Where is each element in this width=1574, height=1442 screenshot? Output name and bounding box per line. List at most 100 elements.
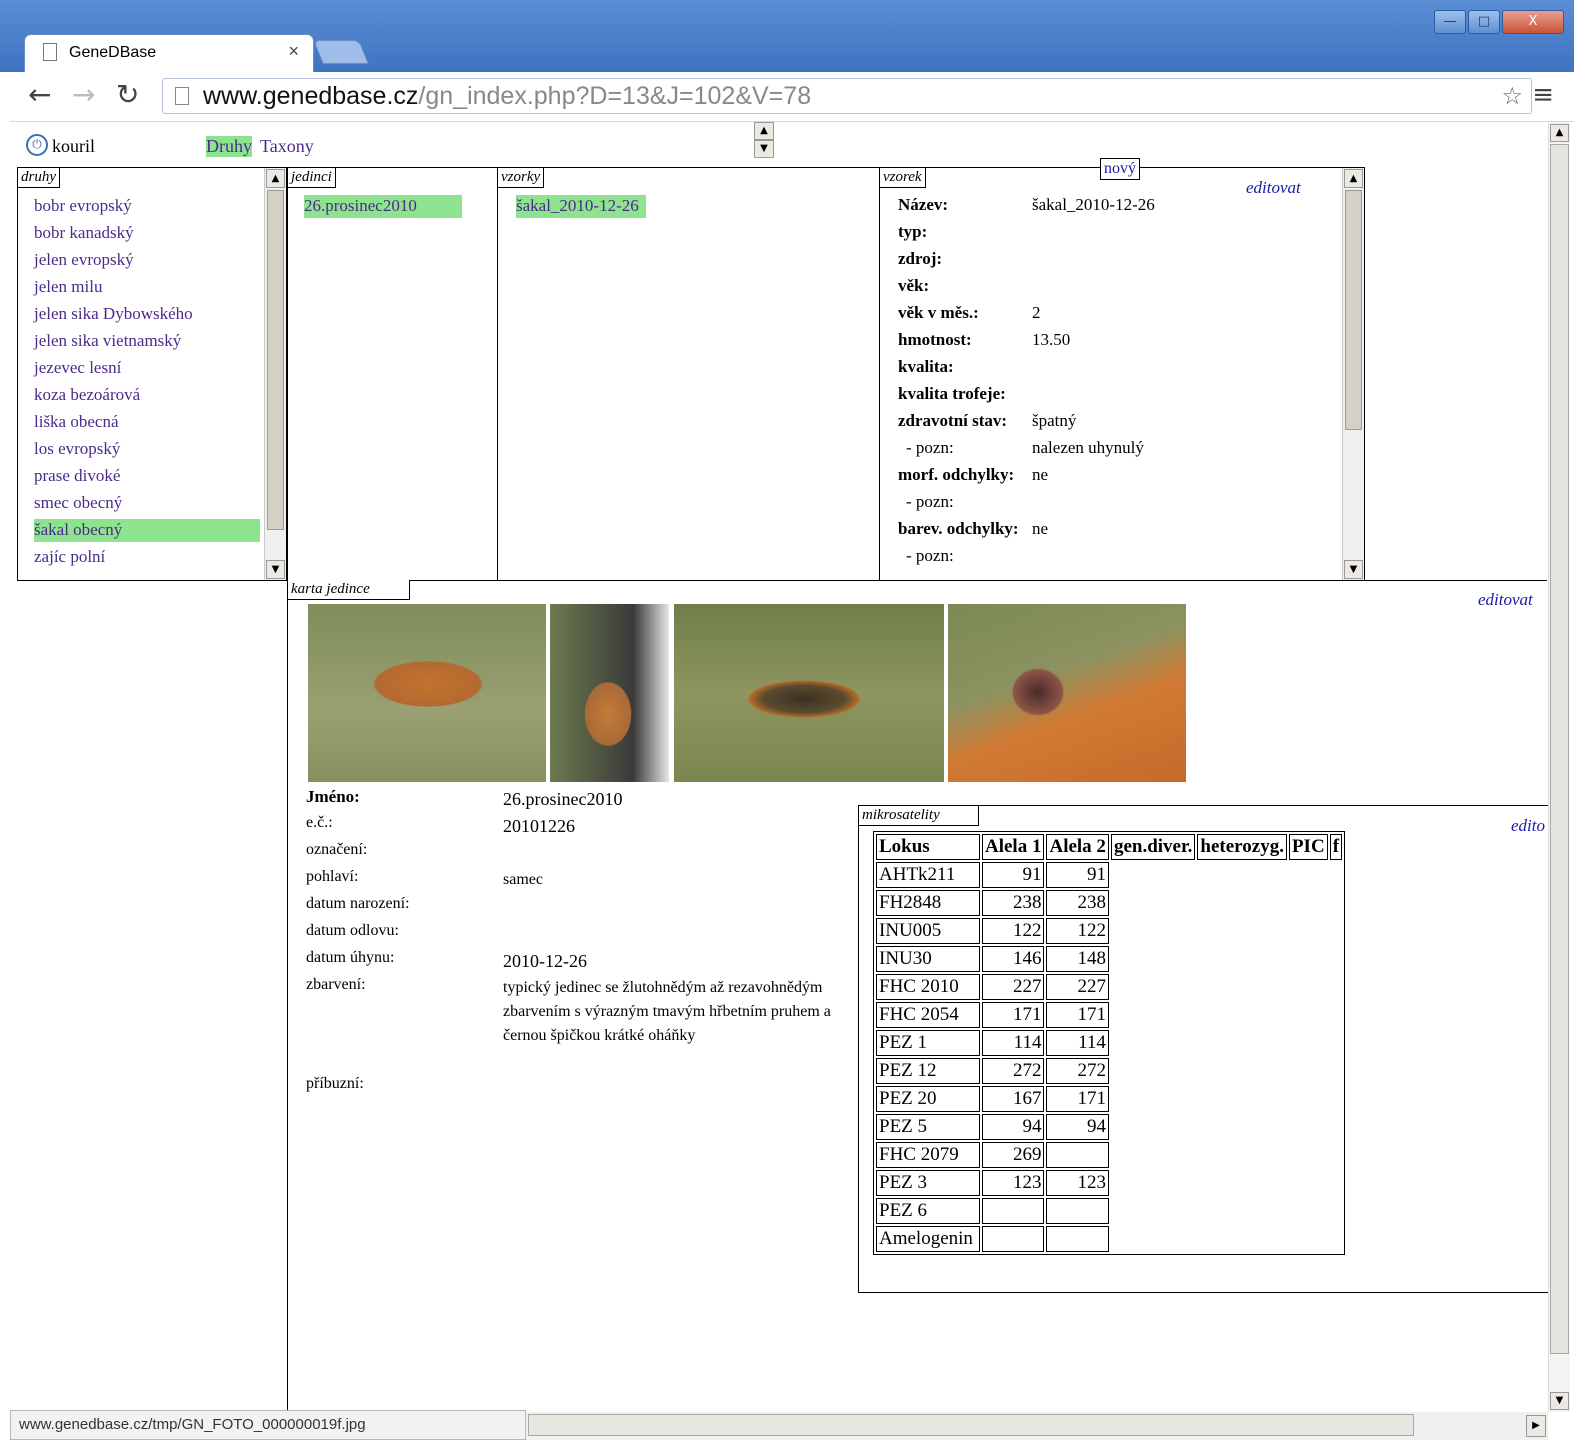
table-row: PEZ 20 167 171 bbox=[876, 1086, 1342, 1112]
alela-cell bbox=[1046, 1226, 1109, 1252]
lokus-cell: PEZ 6 bbox=[876, 1198, 980, 1224]
druh-item[interactable]: smec obecný bbox=[34, 492, 122, 515]
photo-jackal-dorsal[interactable] bbox=[674, 604, 944, 782]
lokus-cell: FHC 2079 bbox=[876, 1142, 980, 1168]
menu-icon[interactable]: ≡ bbox=[1532, 80, 1554, 110]
bookmark-star-icon[interactable]: ☆ bbox=[1501, 79, 1523, 113]
karta-row-label: Jméno: bbox=[306, 787, 360, 806]
alela-cell: 272 bbox=[1046, 1058, 1109, 1084]
druh-item[interactable]: šakal obecný bbox=[34, 519, 260, 542]
scroll-down-icon[interactable]: ▼ bbox=[1550, 1392, 1569, 1410]
lokus-cell: AHTk211 bbox=[876, 862, 980, 888]
vzorek-field-label: morf. odchylky: bbox=[898, 465, 1015, 484]
druhy-frame: druhy bobr evropský bobr kanadský jelen ev… bbox=[17, 167, 287, 581]
vzorek-field-label: - pozn: bbox=[906, 546, 954, 565]
url-path: /gn_index.php?D=13&J=102&V=78 bbox=[418, 82, 812, 110]
karta-row-value: 2010-12-26 bbox=[503, 951, 587, 971]
new-vzorek-button[interactable]: nový bbox=[1100, 158, 1140, 180]
druh-item[interactable]: jezevec lesní bbox=[34, 357, 121, 380]
table-row: Amelogenin bbox=[876, 1226, 1342, 1252]
vzorek-label: vzorek bbox=[880, 168, 926, 188]
alela-cell: 238 bbox=[982, 890, 1045, 916]
alela-cell: 122 bbox=[1046, 918, 1109, 944]
close-window-icon[interactable]: X bbox=[1502, 10, 1564, 34]
scroll-thumb[interactable] bbox=[267, 190, 284, 530]
mikro-column-header: Alela 1 bbox=[982, 834, 1045, 860]
druh-item[interactable]: koza bezoárová bbox=[34, 384, 140, 407]
table-row: INU30 146 148 bbox=[876, 946, 1342, 972]
mikro-column-header: gen.diver. bbox=[1110, 834, 1196, 860]
druh-item[interactable]: bobr kanadský bbox=[34, 222, 134, 245]
new-tab-button[interactable] bbox=[313, 40, 369, 64]
vzorek-field-label: hmotnost: bbox=[898, 330, 972, 349]
lokus-cell: FH2848 bbox=[876, 890, 980, 916]
arrow-up-icon[interactable]: ▲ bbox=[754, 122, 774, 140]
mikro-column-header: Alela 2 bbox=[1046, 834, 1109, 860]
vzorek-item[interactable]: šakal_2010-12-26 bbox=[516, 195, 646, 218]
mikro-column-header: Lokus bbox=[876, 834, 980, 860]
karta-row-value: typický jedinec se žlutohnědým až rezavo… bbox=[503, 979, 831, 1044]
vzorek-field-label: typ: bbox=[898, 222, 928, 241]
photo-jackal-paw[interactable] bbox=[948, 604, 1186, 782]
split-arrows[interactable]: ▲ ▼ bbox=[754, 122, 776, 160]
druh-item[interactable]: jelen sika vietnamský bbox=[34, 330, 181, 353]
druh-item[interactable]: los evropský bbox=[34, 438, 120, 461]
page-scrollbar[interactable]: ▲ ▼ bbox=[1548, 122, 1570, 1412]
scroll-up-icon[interactable]: ▲ bbox=[266, 169, 285, 188]
karta-row-label: označení: bbox=[306, 841, 368, 858]
druh-item[interactable]: prase divoké bbox=[34, 465, 120, 488]
back-icon[interactable]: ← bbox=[28, 78, 51, 111]
druh-item[interactable]: zajíc polní bbox=[34, 546, 105, 569]
scroll-thumb[interactable] bbox=[1345, 190, 1362, 430]
vzorek-edit-link[interactable]: editovat bbox=[1246, 178, 1301, 198]
browser-tab[interactable]: GeneDBase × bbox=[24, 34, 314, 72]
karta-row-label: příbuzní: bbox=[306, 1075, 364, 1092]
forward-icon[interactable]: → bbox=[72, 78, 95, 111]
scroll-thumb[interactable] bbox=[528, 1414, 1414, 1436]
scroll-right-icon[interactable]: ▶ bbox=[1526, 1415, 1546, 1437]
scroll-up-icon[interactable]: ▲ bbox=[1344, 169, 1363, 188]
page-icon bbox=[43, 43, 57, 61]
druh-item[interactable]: jelen sika Dybowského bbox=[34, 303, 193, 326]
arrow-down-icon[interactable]: ▼ bbox=[754, 140, 774, 158]
alela-cell: 171 bbox=[1046, 1086, 1109, 1112]
nav-taxony[interactable]: Taxony bbox=[260, 136, 314, 157]
druh-item[interactable]: bobr evropský bbox=[34, 195, 132, 218]
mikro-column-header: heterozyg. bbox=[1197, 834, 1287, 860]
alela-cell: 94 bbox=[1046, 1114, 1109, 1140]
druhy-label: druhy bbox=[18, 168, 60, 188]
minimize-icon[interactable]: — bbox=[1434, 10, 1466, 34]
alela-cell: 269 bbox=[982, 1142, 1045, 1168]
druh-item[interactable]: liška obecná bbox=[34, 411, 119, 434]
scroll-down-icon[interactable]: ▼ bbox=[1344, 560, 1363, 579]
vzorek-field-label: - pozn: bbox=[906, 438, 954, 457]
maximize-icon[interactable]: □ bbox=[1468, 10, 1500, 34]
address-bar[interactable]: www.genedbase.cz/gn_index.php?D=13&J=102… bbox=[162, 78, 1532, 114]
lokus-cell: PEZ 12 bbox=[876, 1058, 980, 1084]
alela-cell: 123 bbox=[982, 1170, 1045, 1196]
browser-window: — □ X GeneDBase × ← → ↻ www.genedbase.cz… bbox=[0, 0, 1574, 1442]
scroll-thumb[interactable] bbox=[1550, 144, 1569, 1354]
photo-jackal-side[interactable] bbox=[308, 604, 546, 782]
alela-cell: 167 bbox=[982, 1086, 1045, 1112]
reload-icon[interactable]: ↻ bbox=[116, 78, 139, 111]
druhy-scrollbar[interactable]: ▲ ▼ bbox=[264, 168, 286, 580]
vzorek-scrollbar[interactable]: ▲ ▼ bbox=[1342, 168, 1364, 580]
lokus-cell: FHC 2010 bbox=[876, 974, 980, 1000]
jedinec-item[interactable]: 26.prosinec2010 bbox=[304, 195, 462, 218]
logout-icon[interactable]: ⏻ bbox=[26, 134, 48, 156]
scroll-up-icon[interactable]: ▲ bbox=[1550, 124, 1569, 142]
druh-item[interactable]: jelen milu bbox=[34, 276, 102, 299]
nav-druhy[interactable]: Druhy bbox=[206, 136, 252, 157]
horizontal-scrollbar[interactable]: ▶ bbox=[526, 1412, 1548, 1440]
scroll-down-icon[interactable]: ▼ bbox=[266, 560, 285, 579]
photo-jackal-front[interactable] bbox=[550, 604, 669, 782]
vzorek-field-value: 13.50 bbox=[1032, 330, 1071, 349]
mikro-edit-link[interactable]: edito bbox=[1511, 816, 1545, 836]
tab-close-icon[interactable]: × bbox=[288, 41, 299, 62]
alela-cell: 91 bbox=[1046, 862, 1109, 888]
user-name: kouril bbox=[52, 136, 95, 156]
druh-item[interactable]: jelen evropský bbox=[34, 249, 134, 272]
karta-edit-link[interactable]: editovat bbox=[1478, 590, 1533, 610]
alela-cell: 122 bbox=[982, 918, 1045, 944]
